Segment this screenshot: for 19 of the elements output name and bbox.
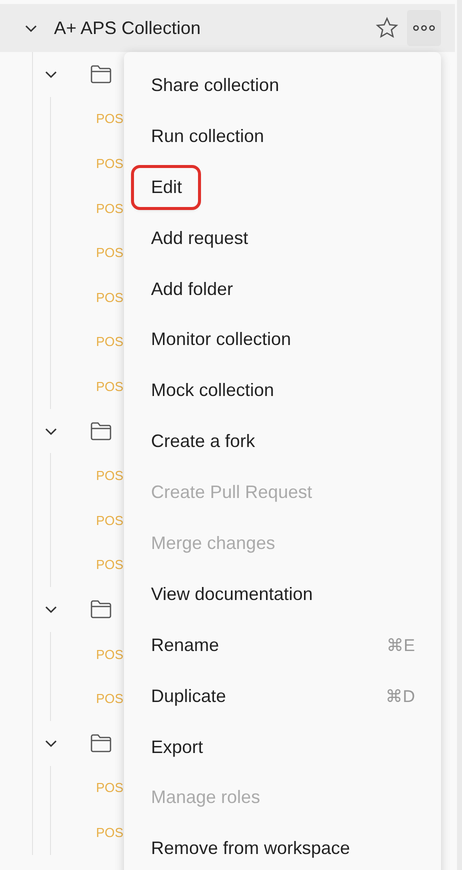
menu-item-label: Add folder (151, 278, 234, 300)
shortcut-label: ⌘D (386, 686, 415, 707)
menu-item-label: Monitor collection (151, 328, 292, 352)
menu-item-label: Share collection (151, 74, 280, 97)
menu-item-label: Run collection (151, 124, 264, 148)
menu-item-label: Create Pull Request (151, 481, 312, 504)
menu-item-label: Rename (151, 634, 220, 657)
shortcut-label: ⌘E (386, 634, 415, 656)
menu-item-label: Manage roles (151, 786, 260, 810)
menu-item-label: Merge changes (151, 532, 276, 555)
menu-item-label: Create a fork (151, 430, 256, 454)
menu-item-label: Duplicate (151, 684, 226, 708)
menu-item-label: Edit (134, 168, 198, 207)
menu-item-label: Remove from workspace (151, 837, 350, 860)
menu-item-label: View documentation (151, 582, 313, 606)
collection-name: A+ APS Collection (54, 18, 202, 38)
menu-item-label: Export (151, 736, 204, 759)
menu-item-label: Add request (151, 226, 248, 250)
menu-item-label: Mock collection (151, 379, 274, 402)
